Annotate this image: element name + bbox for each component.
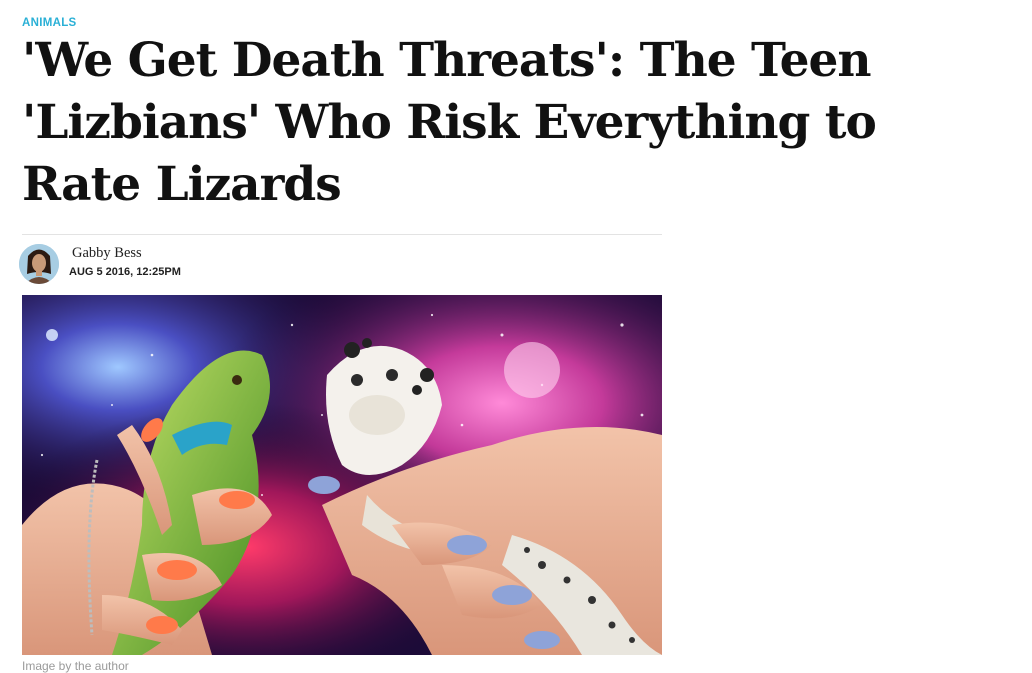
byline: Gabby Bess AUG 5 2016, 12:25PM — [19, 244, 662, 288]
category-link[interactable]: ANIMALS — [22, 17, 77, 29]
image-caption: Image by the author — [22, 659, 129, 673]
lizards-photo-illustration — [22, 295, 662, 655]
article-headline: 'We Get Death Threats': The Teen 'Lizbia… — [22, 33, 877, 212]
person-icon — [19, 244, 59, 284]
author-avatar[interactable] — [19, 244, 59, 284]
publish-date: AUG 5 2016, 12:25PM — [69, 266, 181, 278]
author-name[interactable]: Gabby Bess — [72, 245, 142, 262]
hero-image — [22, 295, 662, 655]
byline-divider — [22, 234, 662, 235]
